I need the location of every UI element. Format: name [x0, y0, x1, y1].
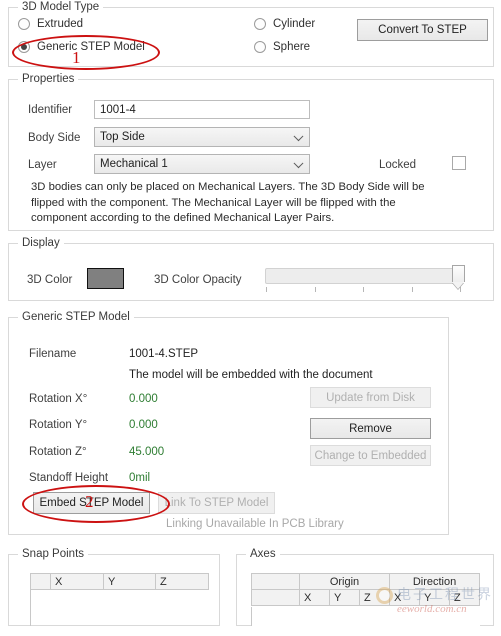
radio-label-generic-step-model: Generic STEP Model [37, 41, 145, 53]
rotation-y-value[interactable]: 0.000 [129, 419, 158, 431]
label-rotation-x: Rotation X° [29, 393, 88, 405]
axes-table-left-edge [251, 607, 252, 626]
axes-group-direction[interactable]: Direction [389, 573, 481, 590]
convert-to-step-button[interactable]: Convert To STEP [357, 19, 488, 41]
opacity-slider-thumb[interactable] [452, 265, 465, 282]
link-to-step-model-button[interactable]: Link To STEP Model [158, 492, 275, 514]
snap-points-col-z[interactable]: Z [155, 573, 209, 590]
axes-group-header-row: Origin Direction [251, 573, 481, 590]
radio-icon-extruded[interactable] [18, 18, 30, 30]
update-from-disk-button[interactable]: Update from Disk [310, 387, 431, 408]
embed-step-model-button[interactable]: Embed STEP Model [33, 492, 150, 514]
snap-points-col-y[interactable]: Y [103, 573, 156, 590]
radio-generic-step-model[interactable]: Generic STEP Model [18, 41, 145, 53]
label-standoff-height: Standoff Height [29, 472, 109, 484]
label-filename: Filename [29, 348, 77, 360]
label-identifier: Identifier [28, 104, 73, 116]
3d-color-swatch[interactable] [87, 268, 124, 289]
axes-empty-cell [251, 605, 480, 636]
group-title-properties: Properties [18, 73, 79, 86]
label-rotation-z: Rotation Z° [29, 446, 87, 458]
axes-table[interactable]: Origin Direction X Y Z X Y Z [251, 573, 481, 636]
embed-note: The model will be embedded with the docu… [129, 369, 373, 381]
body-side-select[interactable]: Top Side [94, 127, 310, 147]
label-body-side: Body Side [28, 132, 81, 144]
radio-icon-sphere[interactable] [254, 41, 266, 53]
snap-points-empty-cell [30, 589, 209, 620]
filename-value: 1001-4.STEP [129, 348, 199, 360]
chevron-down-icon-body-side[interactable] [293, 131, 304, 142]
axes-sub-header-row: X Y Z X Y Z [251, 589, 481, 606]
locked-checkbox[interactable] [452, 156, 466, 170]
opacity-slider-track[interactable] [265, 268, 462, 284]
group-title-snap-points: Snap Points [18, 548, 89, 561]
group-title-generic-step-model: Generic STEP Model [18, 311, 134, 324]
change-to-embedded-button[interactable]: Change to Embedded [310, 445, 431, 466]
axes-sub-blank[interactable] [251, 589, 300, 606]
opacity-slider-ticks [266, 287, 461, 292]
radio-cylinder[interactable]: Cylinder [254, 18, 315, 30]
axes-col-blank[interactable] [251, 573, 300, 590]
axes-sub-origin-z[interactable]: Z [358, 589, 391, 606]
snap-points-empty-row [30, 589, 209, 620]
radio-sphere[interactable]: Sphere [254, 41, 310, 53]
snap-points-header-row: X Y Z [30, 573, 209, 590]
label-locked: Locked [379, 159, 417, 171]
radio-extruded[interactable]: Extruded [18, 18, 83, 30]
snap-points-table-left-edge [30, 590, 31, 626]
layer-select[interactable]: Mechanical 1 [94, 154, 310, 174]
chevron-down-icon-layer[interactable] [293, 158, 304, 169]
layer-value: Mechanical 1 [100, 158, 168, 170]
label-3d-color: 3D Color [27, 274, 73, 286]
axes-empty-row [251, 605, 480, 636]
snap-points-col-x[interactable]: X [50, 573, 104, 590]
group-title-display: Display [18, 237, 64, 250]
axes-sub-direction-z[interactable]: Z [449, 589, 481, 606]
axes-sub-direction-x[interactable]: X [389, 589, 421, 606]
label-layer: Layer [28, 159, 57, 171]
radio-label-sphere: Sphere [273, 41, 311, 53]
radio-icon-generic-step-model[interactable] [18, 41, 30, 53]
axes-group-origin[interactable]: Origin [298, 573, 391, 590]
link-unavailable-note: Linking Unavailable In PCB Library [166, 518, 344, 530]
rotation-z-value[interactable]: 45.000 [129, 446, 164, 458]
snap-points-col-blank[interactable] [30, 573, 51, 590]
radio-label-extruded: Extruded [37, 18, 84, 30]
radio-label-cylinder: Cylinder [273, 18, 316, 30]
axes-sub-origin-x[interactable]: X [299, 589, 330, 606]
identifier-input[interactable]: 1001-4 [94, 100, 310, 119]
snap-points-table[interactable]: X Y Z [30, 573, 209, 620]
group-title-axes: Axes [246, 548, 280, 561]
label-rotation-y: Rotation Y° [29, 419, 88, 431]
properties-help-text: 3D bodies can only be placed on Mechanic… [31, 181, 425, 224]
standoff-height-value[interactable]: 0mil [129, 472, 150, 484]
body-side-value: Top Side [100, 131, 145, 143]
axes-sub-direction-y[interactable]: Y [419, 589, 451, 606]
radio-icon-cylinder[interactable] [254, 18, 266, 30]
remove-button[interactable]: Remove [310, 418, 431, 439]
rotation-x-value[interactable]: 0.000 [129, 393, 158, 405]
group-title-3d-model-type: 3D Model Type [18, 1, 104, 14]
label-3d-color-opacity: 3D Color Opacity [154, 274, 242, 286]
axes-sub-origin-y[interactable]: Y [329, 589, 360, 606]
